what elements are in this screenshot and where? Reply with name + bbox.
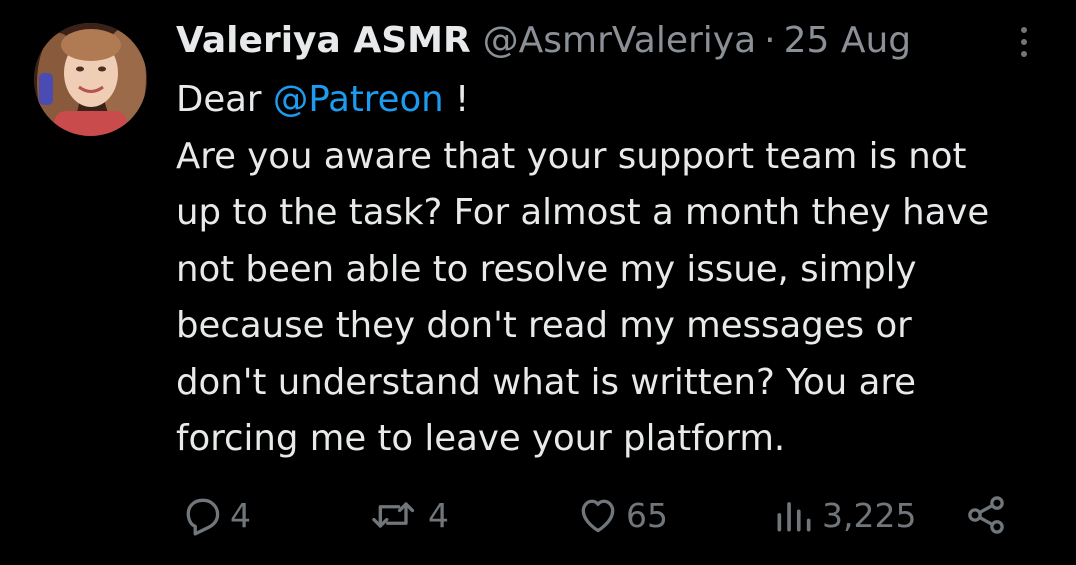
reply-button[interactable]: 4 — [180, 490, 251, 540]
tweet-line: not been able to resolve my issue, simpl… — [176, 248, 917, 290]
tweet[interactable]: Valeriya ASMR @AsmrValeriya · 25 Aug Dea… — [0, 0, 1076, 565]
reply-icon — [186, 498, 220, 536]
tweet-date[interactable]: 25 Aug — [784, 16, 912, 66]
tweet-greeting: Dear @Patreon ! — [176, 72, 1056, 129]
repost-button[interactable]: 4 — [368, 490, 449, 540]
share-button[interactable] — [964, 490, 1008, 540]
repost-icon — [372, 502, 415, 528]
share-icon — [968, 496, 1004, 534]
separator-dot: · — [764, 20, 776, 61]
tweet-header: Valeriya ASMR @AsmrValeriya · 25 Aug — [176, 16, 911, 66]
more-options-icon[interactable] — [1010, 22, 1038, 62]
like-count: 65 — [626, 495, 668, 535]
tweet-line: because they don't read my messages or — [176, 305, 912, 346]
mention-link[interactable]: @Patreon — [273, 79, 444, 120]
avatar[interactable] — [34, 23, 147, 136]
like-button[interactable]: 65 — [576, 490, 668, 540]
tweet-line: don't understand what is written? You ar… — [176, 361, 916, 403]
views-button[interactable]: 3,225 — [772, 490, 916, 540]
action-bar: 4 4 65 3,225 — [0, 490, 1076, 540]
views-count: 3,225 — [822, 495, 917, 535]
tweet-line: up to the task? For almost a month they … — [176, 192, 990, 233]
heart-icon — [581, 499, 615, 533]
tweet-line: forcing me to leave your platform. — [176, 418, 786, 459]
views-icon — [777, 502, 811, 532]
tweet-line: Are you aware that your support team is … — [176, 135, 967, 177]
author-handle[interactable]: @AsmrValeriya — [483, 16, 756, 66]
reply-count: 4 — [230, 495, 251, 535]
greeting-prefix: Dear — [176, 79, 273, 120]
author-name[interactable]: Valeriya ASMR — [176, 16, 471, 66]
repost-count: 4 — [428, 495, 449, 535]
tweet-text: Dear @Patreon ! Are you aware that your … — [176, 72, 1056, 468]
greeting-suffix: ! — [443, 79, 470, 120]
